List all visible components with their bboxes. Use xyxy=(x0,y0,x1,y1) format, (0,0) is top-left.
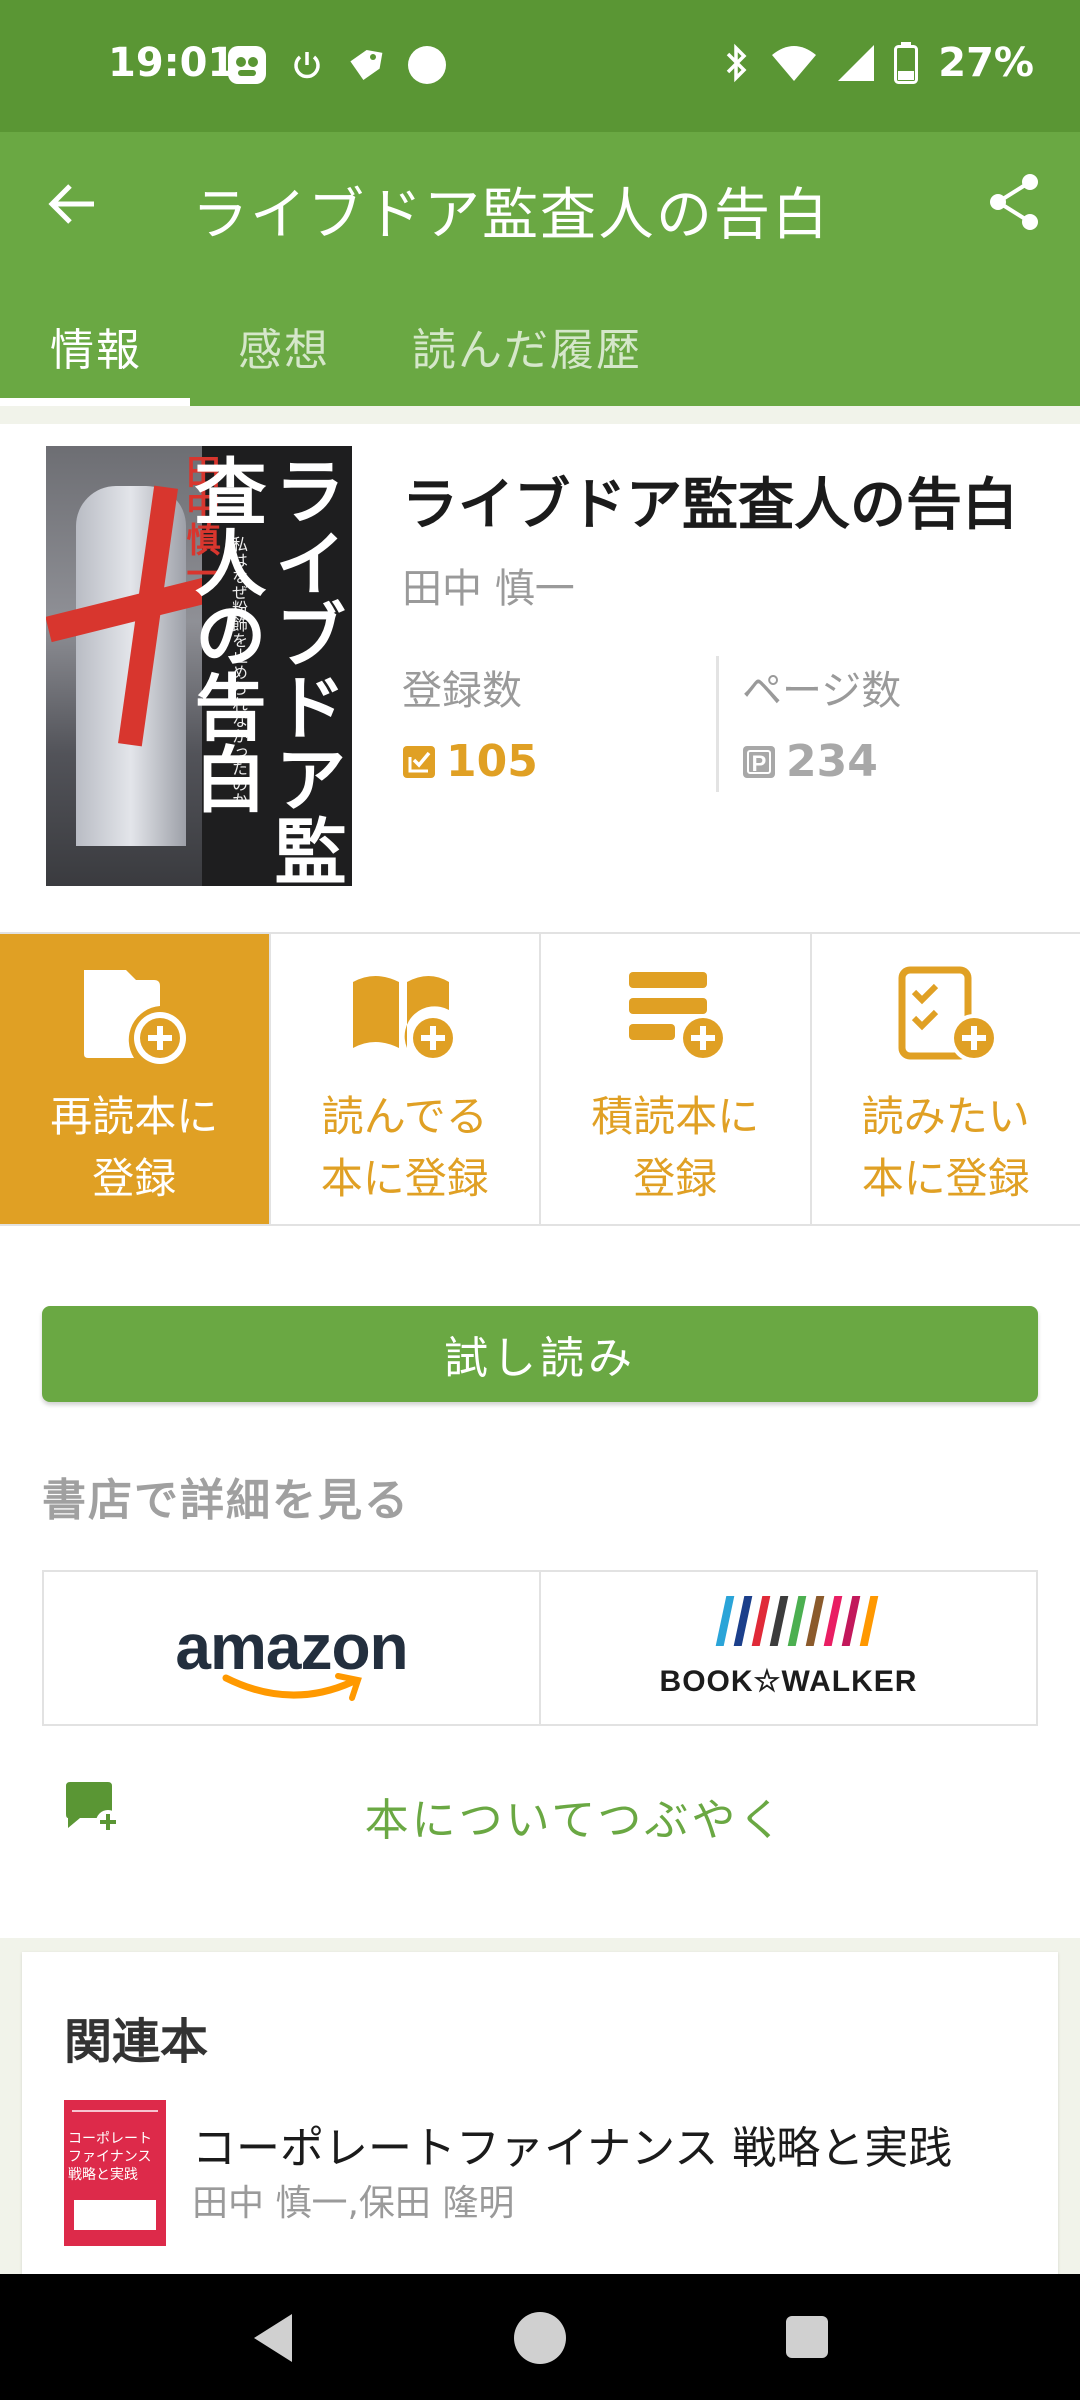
tab-bar: 情報 感想 読んだ履歴 xyxy=(0,274,1080,406)
share-icon[interactable] xyxy=(982,170,1046,234)
registrations-count: 105 xyxy=(446,736,538,787)
book-cover[interactable]: 田中慎一 私はなぜ粉飾を止められなかったのか ライブドア監査人の告白 xyxy=(46,446,352,886)
reading-register-button[interactable]: 読んでる 本に登録 xyxy=(271,934,541,1224)
book-info-card: 田中慎一 私はなぜ粉飾を止められなかったのか ライブドア監査人の告白 ライブドア… xyxy=(0,424,1080,932)
tab-indicator xyxy=(0,398,190,406)
system-nav-bar xyxy=(0,2274,1080,2400)
nav-recents-icon[interactable] xyxy=(786,2316,828,2358)
shop-heading: 書店で詳細を見る xyxy=(42,1475,410,1526)
app-bar-title: ライブドア監査人の告白 xyxy=(192,183,830,248)
app-notification-icon xyxy=(228,46,266,84)
tweet-about-book[interactable]: 本についてつぶやく xyxy=(0,1760,1080,1860)
related-book-cover[interactable]: コーポレート ファイナンス 戦略と実践 xyxy=(64,2100,166,2246)
back-arrow-icon[interactable] xyxy=(40,172,104,236)
battery-icon xyxy=(894,42,919,84)
tab-info[interactable]: 情報 xyxy=(50,314,142,378)
app-bar: ライブドア監査人の告白 xyxy=(0,132,1080,274)
bookwalker-bars-icon xyxy=(715,1596,879,1646)
registrations-stat: 登録数 105 xyxy=(402,658,538,787)
related-books-card: 関連本 コーポレート ファイナンス 戦略と実践 コーポレートファイナンス 戦略と… xyxy=(22,1952,1058,2282)
related-cover-title: コーポレート ファイナンス 戦略と実践 xyxy=(68,2131,152,2183)
status-time: 19:01 xyxy=(108,40,236,86)
power-icon xyxy=(294,52,320,79)
shop-links: amazon BOOK☆WALKER xyxy=(42,1570,1038,1726)
reread-register-label: 再読本に 登録 xyxy=(50,1092,219,1203)
related-heading: 関連本 xyxy=(64,2014,209,2070)
pages-p-icon: P xyxy=(743,745,775,778)
pages-stat: ページ数 P 234 xyxy=(742,658,901,787)
related-book-title[interactable]: コーポレートファイナンス 戦略と実践 xyxy=(192,2112,952,2176)
open-book-plus-icon xyxy=(352,976,457,1062)
bookwalker-link[interactable]: BOOK☆WALKER xyxy=(539,1572,1036,1724)
registered-check-icon xyxy=(403,745,435,778)
bookwalker-logo: BOOK☆WALKER xyxy=(659,1665,918,1698)
status-bar: 19:01 27% xyxy=(0,0,1080,132)
reread-register-button[interactable]: 再読本に 登録 xyxy=(0,934,271,1224)
wifi-icon xyxy=(772,46,817,81)
pages-count: 234 xyxy=(786,736,878,787)
book-title: ライブドア監査人の告白 xyxy=(402,473,1018,538)
related-book-author: 田中 慎一,保田 隆明 xyxy=(192,2183,515,2224)
bluetooth-icon xyxy=(727,43,747,83)
battery-percent: 27% xyxy=(938,40,1034,86)
stack-plus-icon xyxy=(629,972,728,1062)
amazon-smile-icon xyxy=(222,1673,362,1701)
reading-register-label: 読んでる 本に登録 xyxy=(320,1092,489,1203)
stat-divider xyxy=(716,656,719,792)
want-to-read-register-button[interactable]: 読みたい 本に登録 xyxy=(812,934,1080,1224)
want-to-read-register-label: 読みたい 本に登録 xyxy=(861,1092,1030,1203)
main-content: 試し読み 書店で詳細を見る amazon BOOK☆WALKER 本についてつぶ… xyxy=(0,1226,1080,1938)
shelf-actions: 再読本に 登録 読んでる 本に登録 積読本に 登録 読みたい 本に登録 xyxy=(0,932,1080,1226)
svg-text:P: P xyxy=(752,751,767,776)
tab-reading-history[interactable]: 読んだ履歴 xyxy=(412,314,642,378)
signal-icon xyxy=(838,45,875,81)
nav-home-icon[interactable] xyxy=(514,2312,566,2364)
pages-label: ページ数 xyxy=(742,668,902,714)
tab-reviews[interactable]: 感想 xyxy=(238,314,330,378)
dot-icon xyxy=(408,46,446,84)
tweet-label: 本についてつぶやく xyxy=(364,1795,786,1846)
tsundoku-register-button[interactable]: 積読本に 登録 xyxy=(541,934,812,1224)
amazon-link[interactable]: amazon xyxy=(44,1572,539,1724)
tsundoku-register-label: 積読本に 登録 xyxy=(591,1092,760,1203)
trial-read-button[interactable]: 試し読み xyxy=(42,1306,1038,1402)
reread-folder-plus-icon xyxy=(84,970,187,1064)
book-author[interactable]: 田中 慎一 xyxy=(402,556,575,614)
tag-icon xyxy=(350,50,383,80)
cover-title: ライブドア監査人の告白 xyxy=(182,454,347,886)
nav-back-icon[interactable] xyxy=(246,2308,306,2368)
checklist-plus-icon xyxy=(898,966,998,1062)
registrations-label: 登録数 xyxy=(402,668,522,714)
